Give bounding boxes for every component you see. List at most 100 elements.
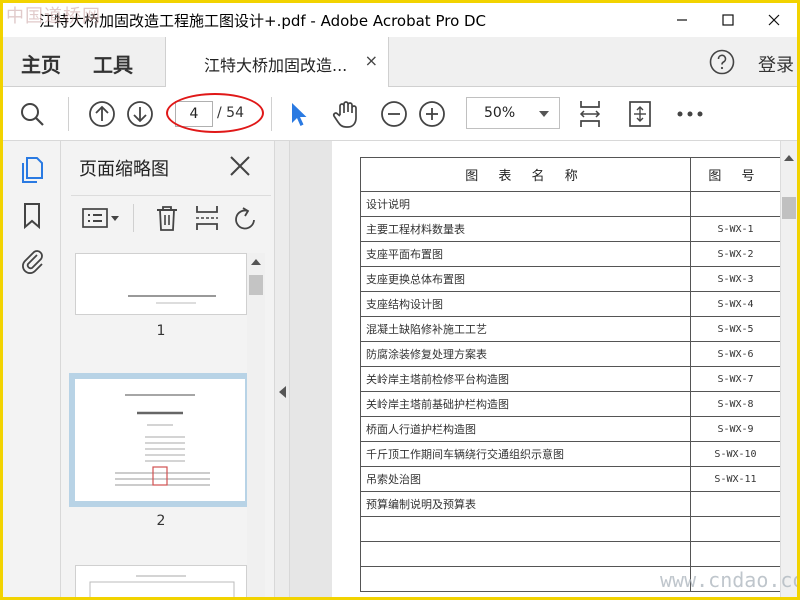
paperclip-icon — [22, 250, 43, 274]
tab-close-button[interactable]: × — [365, 51, 378, 70]
maximize-button[interactable] — [705, 3, 751, 37]
drawing-name-cell: 桥面人行道护栏构造图 — [360, 416, 691, 442]
drawing-code-cell: S-WX-1 — [690, 216, 780, 242]
scroll-up-icon[interactable] — [251, 259, 261, 265]
attachments-button[interactable] — [17, 245, 47, 275]
drawing-name-cell — [360, 541, 691, 567]
drawing-code-cell: S-WX-4 — [690, 291, 780, 317]
delete-page-button[interactable] — [153, 204, 181, 232]
document-tab[interactable]: 江特大桥加固改造... × — [165, 37, 389, 87]
drawing-code-cell — [690, 191, 780, 217]
thumbnail-content — [115, 394, 210, 486]
document-scrollbar[interactable] — [780, 141, 797, 597]
zoom-select[interactable]: 50% — [466, 97, 560, 129]
scroll-thumb[interactable] — [782, 197, 796, 219]
chevron-left-icon — [279, 386, 286, 398]
drawing-name-cell: 支座平面布置图 — [360, 241, 691, 267]
watermark-top-left: 中国道桥网 — [6, 6, 101, 27]
table-row: 设计说明 — [360, 191, 780, 217]
page-thumbnail-3[interactable] — [75, 565, 247, 597]
page-thumbnails-icon — [22, 157, 43, 183]
arrow-up-circle-icon — [89, 101, 115, 127]
document-view[interactable]: 图 表 名 称 图 号 设计说明 主要工程材料数量表 S-WX-1 支座平面布置图 S-… — [290, 141, 780, 597]
toolbar-separator — [271, 97, 272, 131]
table-row: 主要工程材料数量表 S-WX-1 — [360, 216, 780, 242]
drawing-name-cell: 预算编制说明及预算表 — [360, 491, 691, 517]
fit-width-button[interactable] — [575, 99, 605, 129]
drawing-code-cell: S-WX-9 — [690, 416, 780, 442]
table-body: 设计说明 主要工程材料数量表 S-WX-1 支座平面布置图 S-WX-2 支座更换总体布置… — [360, 191, 780, 592]
thumbnail-scrollbar[interactable] — [247, 253, 265, 597]
toolbar: 4 / 54 50% — [3, 87, 797, 141]
drawing-code-cell — [690, 516, 780, 542]
document-tab-label: 江特大桥加固改造... — [204, 56, 348, 75]
next-page-button[interactable] — [125, 99, 155, 129]
drawing-name-cell — [360, 566, 691, 592]
page-thumbnails-button[interactable] — [17, 155, 47, 185]
table-row: 预算编制说明及预算表 — [360, 491, 780, 517]
split-page-icon — [196, 206, 218, 230]
close-button[interactable] — [751, 3, 797, 37]
login-button[interactable]: 登录 — [758, 51, 794, 77]
search-icon — [21, 103, 44, 126]
panel-toolbar — [71, 195, 271, 235]
table-row: 关岭岸主塔前基础护栏构造图 S-WX-8 — [360, 391, 780, 417]
drawing-code-cell: S-WX-5 — [690, 316, 780, 342]
drawing-code-cell: S-WX-7 — [690, 366, 780, 392]
drawing-code-cell: S-WX-3 — [690, 266, 780, 292]
table-row: 防腐涂装修复处理方案表 S-WX-6 — [360, 341, 780, 367]
previous-page-button[interactable] — [87, 99, 117, 129]
title-bar: 江特大桥加固改造工程施工图设计+.pdf - Adobe Acrobat Pro… — [3, 3, 797, 37]
close-icon[interactable] — [227, 153, 253, 179]
drawing-code-cell: S-WX-2 — [690, 241, 780, 267]
drawing-code-cell: S-WX-8 — [690, 391, 780, 417]
table-row: 支座结构设计图 S-WX-4 — [360, 291, 780, 317]
hand-tool-button[interactable] — [331, 99, 361, 129]
table-row: 千斤顶工作期间车辆绕行交通组织示意图 S-WX-10 — [360, 441, 780, 467]
minimize-button[interactable] — [659, 3, 705, 37]
header-name: 图 表 名 称 — [360, 157, 691, 192]
options-menu-button[interactable] — [81, 204, 121, 232]
select-tool-button[interactable] — [283, 99, 313, 129]
drawing-code-cell — [690, 491, 780, 517]
help-icon[interactable] — [709, 49, 735, 75]
table-row — [360, 541, 780, 567]
search-button[interactable] — [17, 99, 47, 129]
page-thumbnail-1[interactable] — [75, 253, 247, 315]
drawing-code-cell: S-WX-10 — [690, 441, 780, 467]
drawing-name-cell: 主要工程材料数量表 — [360, 216, 691, 242]
page-thumbnail-2-selected[interactable] — [69, 373, 251, 507]
scroll-up-icon[interactable] — [784, 155, 794, 161]
table-row: 混凝土缺陷修补施工工艺 S-WX-5 — [360, 316, 780, 342]
drawing-name-cell: 支座更换总体布置图 — [360, 266, 691, 292]
more-tools-button[interactable] — [675, 99, 705, 129]
trash-icon — [157, 206, 177, 231]
fit-width-icon — [579, 101, 601, 127]
split-page-button[interactable] — [193, 204, 221, 232]
drawing-code-cell: S-WX-11 — [690, 466, 780, 492]
home-menu[interactable]: 主页 — [21, 49, 61, 78]
table-row — [360, 516, 780, 542]
drawing-name-cell: 吊索处治图 — [360, 466, 691, 492]
minimize-icon — [677, 19, 687, 21]
cursor-arrow-icon — [292, 103, 307, 126]
scroll-thumb[interactable] — [249, 275, 263, 295]
table-row: 支座更换总体布置图 S-WX-3 — [360, 266, 780, 292]
thumbnail-list: 1 2 — [65, 253, 255, 597]
rotate-page-button[interactable] — [231, 204, 259, 232]
bookmarks-button[interactable] — [17, 201, 47, 231]
window-title: 江特大桥加固改造工程施工图设计+.pdf - Adobe Acrobat Pro… — [39, 11, 487, 30]
panel-separator — [133, 204, 134, 232]
hand-icon — [332, 101, 357, 128]
fit-page-icon — [629, 101, 651, 127]
panel-collapse-handle[interactable] — [274, 141, 290, 597]
navigation-rail — [3, 141, 61, 597]
zoom-in-button[interactable] — [417, 99, 447, 129]
thumbnail-page — [75, 379, 245, 501]
tools-menu[interactable]: 工具 — [93, 49, 133, 78]
zoom-out-button[interactable] — [379, 99, 409, 129]
drawing-name-cell: 设计说明 — [360, 191, 691, 217]
panel-title: 页面缩略图 — [79, 159, 169, 180]
fit-page-button[interactable] — [625, 99, 655, 129]
table-row: 桥面人行道护栏构造图 S-WX-9 — [360, 416, 780, 442]
